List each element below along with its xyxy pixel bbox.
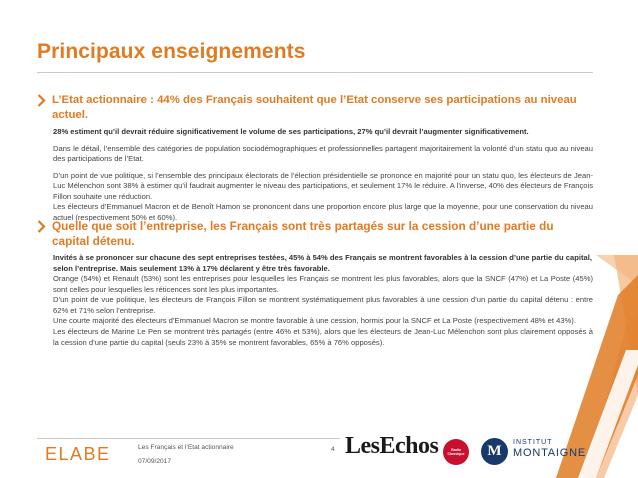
paragraph: Les électeurs de Marine Le Pen se montre… (53, 326, 593, 347)
section-etat-actionnaire: L’Etat actionnaire : 44% des Français so… (37, 93, 593, 230)
footer-meta: Les Français et l’Etat actionnaire 07/09… (138, 443, 234, 466)
footer-divider (37, 438, 340, 439)
institut-montaigne-icon: M (481, 438, 508, 465)
elabe-logo: ELABE (45, 444, 111, 464)
section-headline-text: Quelle que soit l’entreprise, les França… (52, 219, 554, 248)
section-headline: Quelle que soit l’entreprise, les França… (37, 219, 593, 249)
paragraph: Dans le détail, l’ensemble des catégorie… (53, 143, 593, 164)
radio-classique-logo: Radio Classique (443, 439, 469, 465)
chevron-right-icon (37, 220, 46, 233)
title-divider (37, 72, 593, 73)
section-cession-capital: Quelle que soit l’entreprise, les França… (37, 219, 593, 348)
institut-montaigne-logo: INSTITUT MONTAIGNE (513, 439, 586, 459)
study-date: 07/09/2017 (138, 458, 172, 465)
paragraph: D’un point de vue politique, les électeu… (53, 295, 593, 315)
key-finding: Invités à se prononcer sur chacune des s… (53, 253, 592, 273)
chevron-right-icon (37, 94, 46, 107)
paragraph: D’un point de vue politique, si l’ensemb… (53, 170, 593, 201)
les-echos-logo: LesEchos (345, 433, 439, 459)
paragraph: Orange (54%) et Renault (53%) sont les e… (53, 274, 593, 294)
page-number: 4 (331, 446, 335, 453)
key-finding: 28% estiment qu’il devrait réduire signi… (53, 127, 529, 136)
section-headline: L’Etat actionnaire : 44% des Français so… (37, 93, 593, 123)
paragraph: Une courte majorité des électeurs d’Emma… (53, 316, 576, 326)
study-title: Les Français et l’Etat actionnaire (138, 444, 234, 451)
page-title: Principaux enseignements (37, 40, 306, 63)
section-headline-text: L’Etat actionnaire : 44% des Français so… (52, 94, 577, 121)
